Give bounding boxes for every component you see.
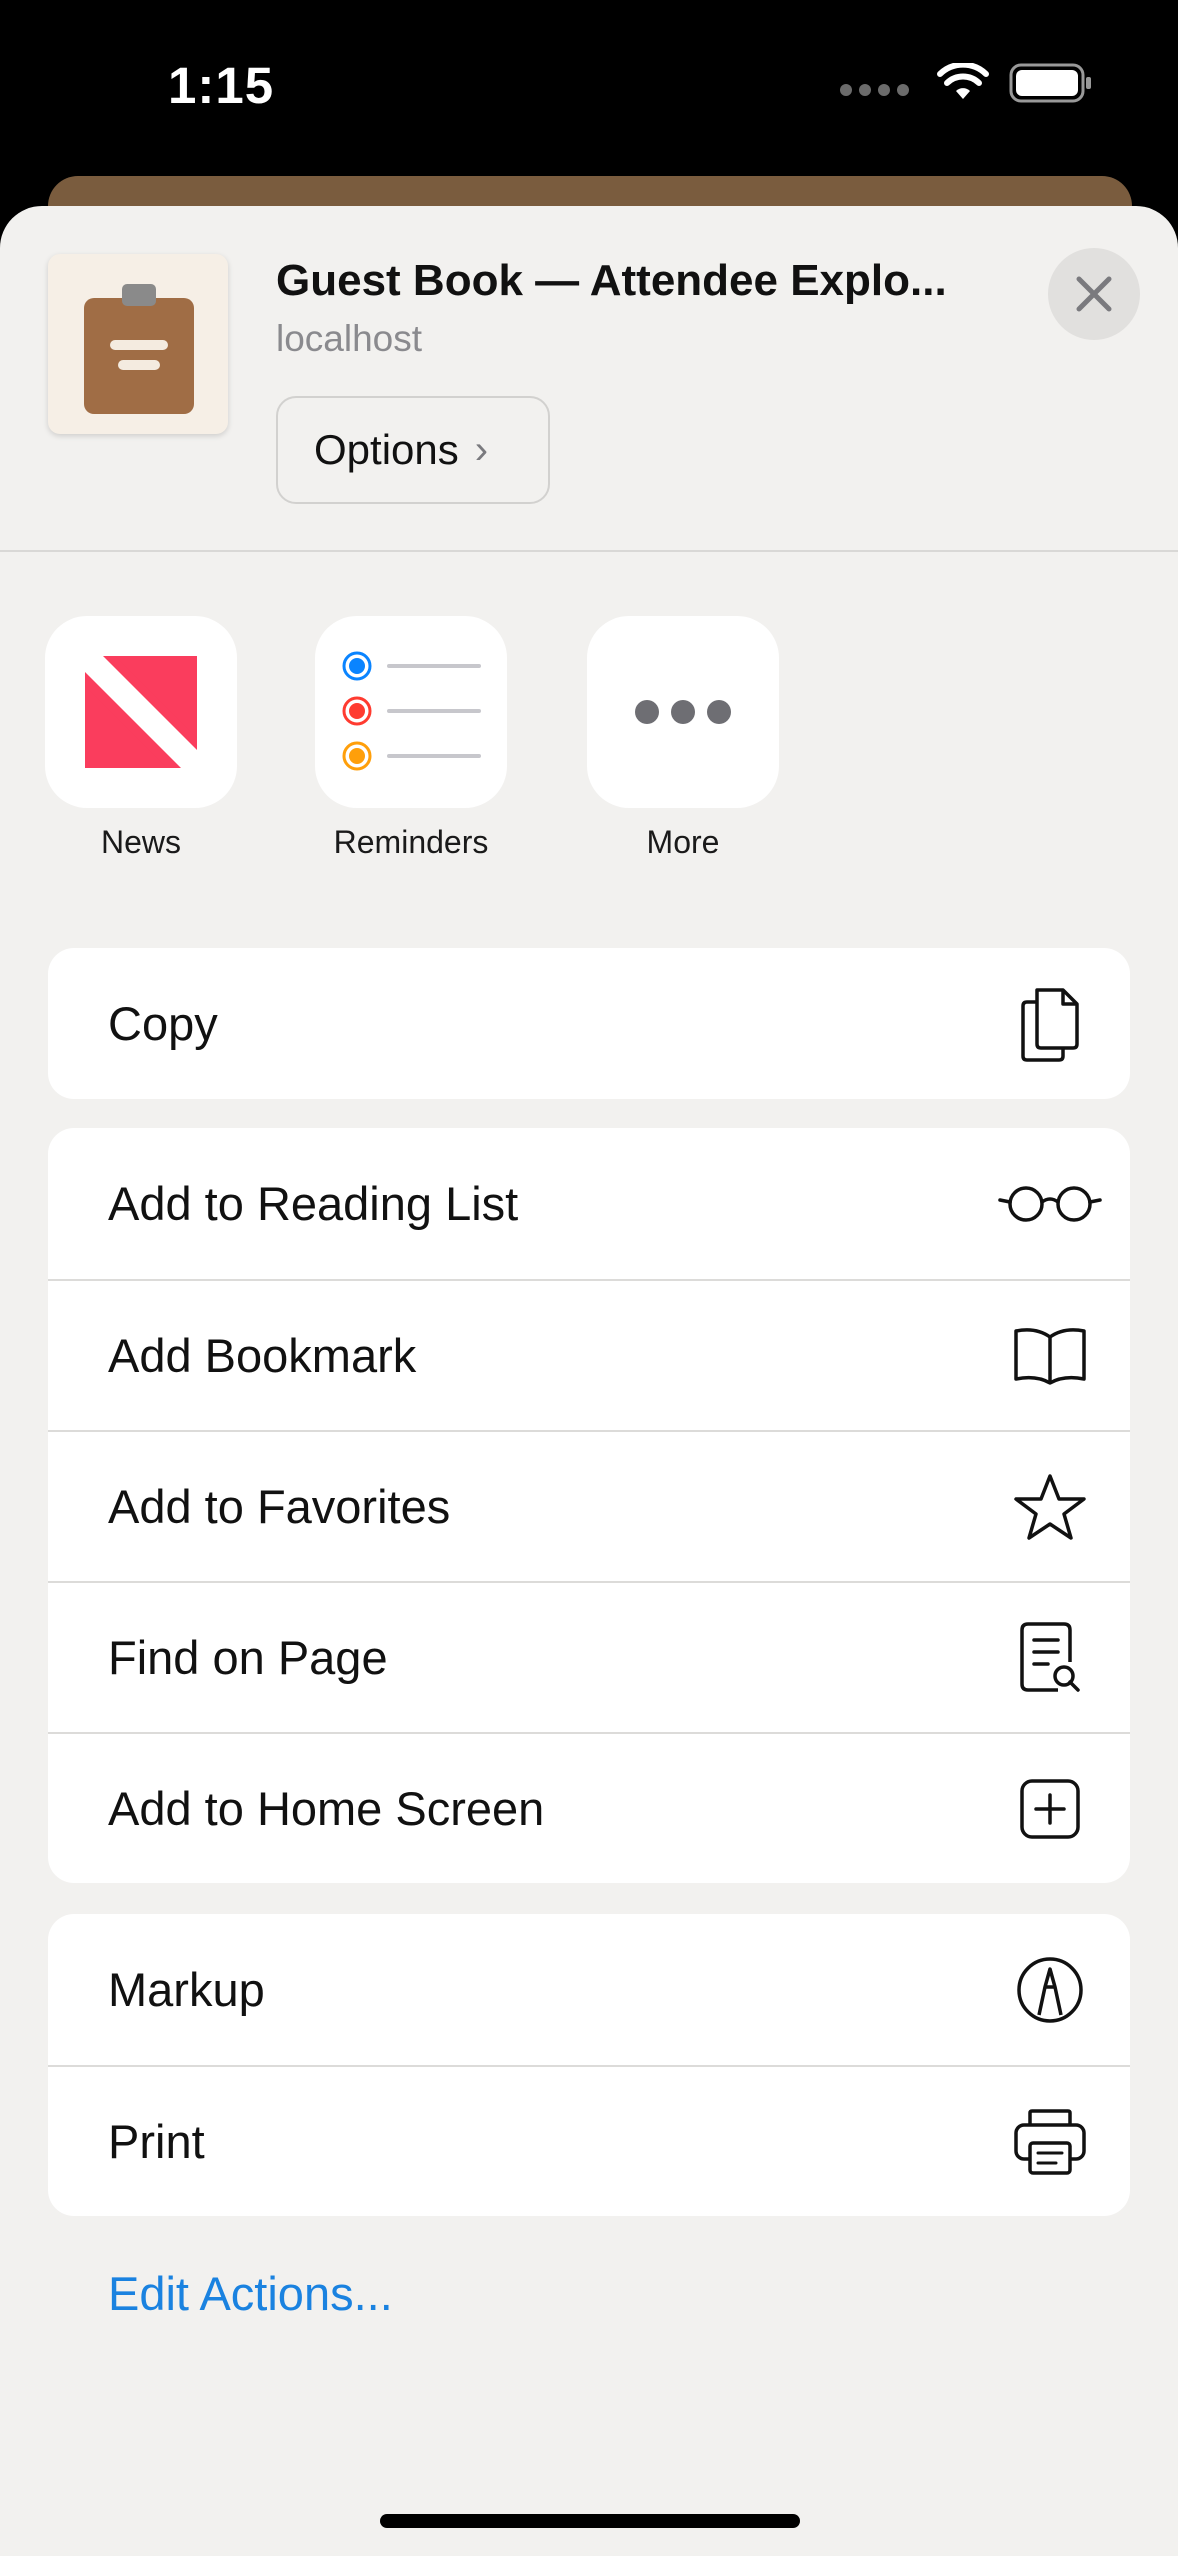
action-add-bookmark[interactable]: Add Bookmark (48, 1279, 1130, 1430)
share-sheet-header: Guest Book — Attendee Explo... localhost… (0, 206, 1178, 552)
find-doc-icon (1010, 1618, 1090, 1698)
action-label: Add Bookmark (108, 1329, 417, 1382)
tools-group: Markup Print (48, 1914, 1130, 2216)
action-add-to-reading-list[interactable]: Add to Reading List (48, 1128, 1130, 1279)
glasses-icon (998, 1164, 1102, 1244)
action-markup[interactable]: Markup (48, 1914, 1130, 2065)
chevron-right-icon: › (474, 427, 489, 472)
plus-square-icon (1010, 1769, 1090, 1849)
app-more[interactable]: More (586, 616, 780, 861)
reminders-icon (315, 616, 507, 808)
copy-group: Copy (48, 948, 1130, 1099)
copy-icon (1010, 984, 1090, 1064)
action-label: Add to Reading List (108, 1177, 519, 1230)
action-print[interactable]: Print (48, 2065, 1130, 2216)
action-label: Markup (108, 1963, 265, 2016)
app-label: News (100, 824, 181, 860)
action-label: Add to Favorites (108, 1480, 451, 1533)
printer-icon (1010, 2102, 1090, 2182)
action-add-to-home-screen[interactable]: Add to Home Screen (48, 1732, 1130, 1883)
home-indicator[interactable] (380, 2514, 800, 2528)
news-icon (45, 616, 237, 808)
action-label: Add to Home Screen (108, 1782, 545, 1835)
clipboard-icon (84, 284, 194, 414)
share-sheet: Guest Book — Attendee Explo... localhost… (0, 206, 1178, 2556)
status-time: 1:15 (168, 57, 275, 114)
action-find-on-page[interactable]: Find on Page (48, 1581, 1130, 1732)
star-icon (1010, 1467, 1090, 1547)
status-bar: 1:15 (0, 0, 1178, 170)
options-label: Options (314, 426, 459, 473)
action-label: Find on Page (108, 1631, 388, 1684)
action-copy[interactable]: Copy (48, 948, 1130, 1099)
close-icon (1076, 276, 1112, 312)
more-icon (587, 616, 779, 808)
app-news[interactable]: News (44, 616, 238, 861)
status-icons (840, 62, 1093, 104)
action-label: Copy (108, 997, 218, 1050)
markup-icon (1010, 1950, 1090, 2030)
wifi-icon (937, 63, 989, 99)
app-share-row: News Reminders More (0, 616, 1178, 876)
action-add-to-favorites[interactable]: Add to Favorites (48, 1430, 1130, 1581)
cellular-signal-icon (840, 84, 909, 96)
edit-actions-link[interactable]: Edit Actions... (108, 2266, 393, 2321)
book-icon (1010, 1316, 1090, 1396)
action-label: Print (108, 2115, 205, 2168)
page-title: Guest Book — Attendee Explo... (276, 256, 947, 305)
close-button[interactable] (1048, 248, 1140, 340)
page-actions-group: Add to Reading List Add Bookmark Add to … (48, 1128, 1130, 1883)
page-thumbnail (48, 254, 228, 434)
app-reminders[interactable]: Reminders (314, 616, 508, 861)
options-button[interactable]: Options › (276, 396, 550, 504)
app-label: More (646, 824, 720, 860)
page-url: localhost (276, 318, 423, 359)
battery-icon (1009, 63, 1091, 103)
app-label: Reminders (333, 824, 489, 860)
